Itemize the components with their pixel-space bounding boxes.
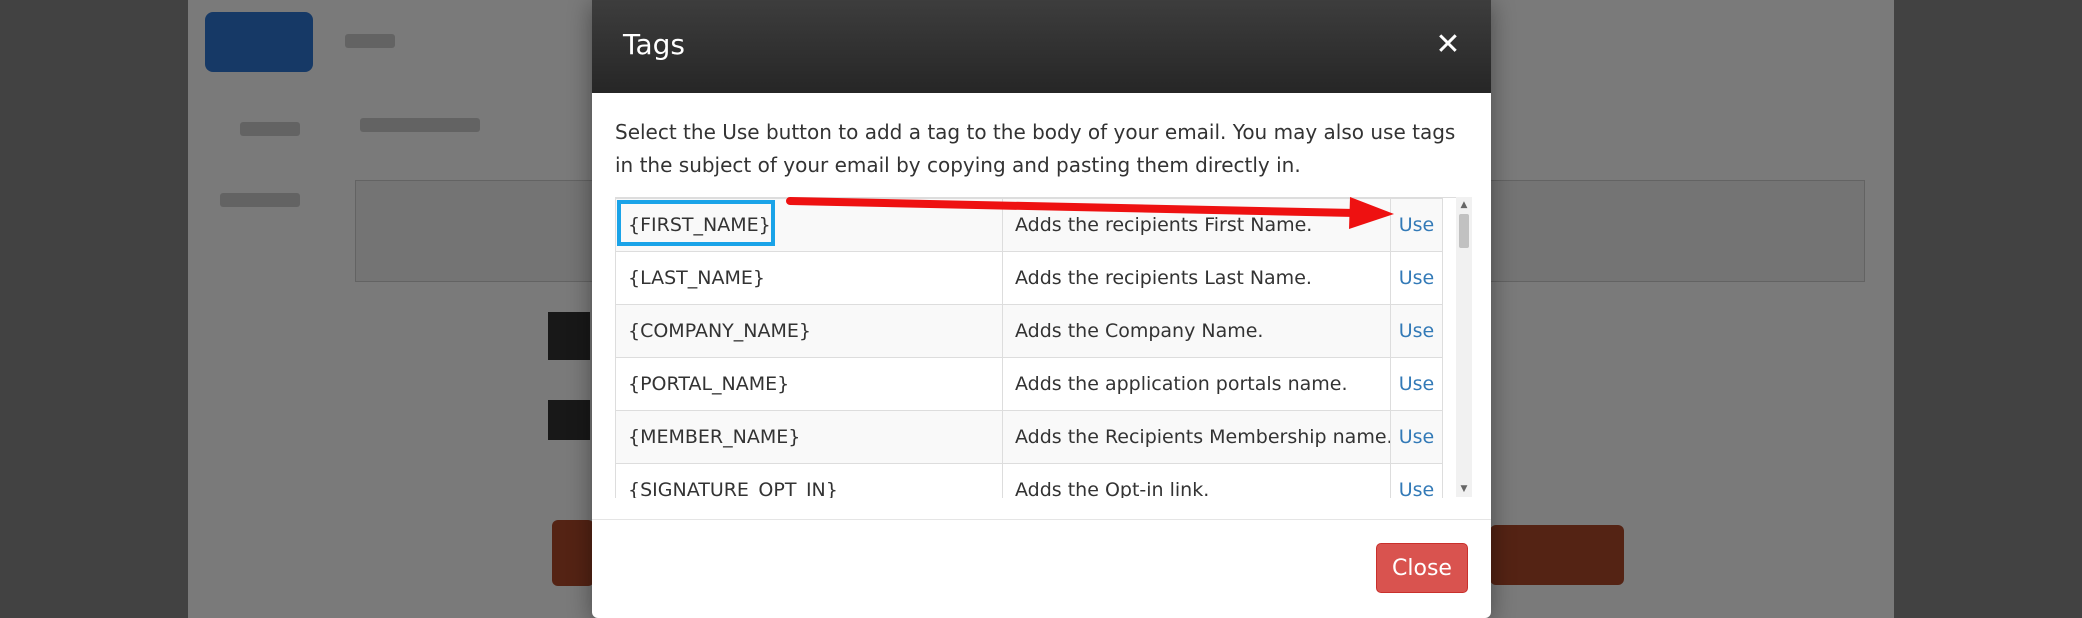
annotation-arrow-icon (786, 197, 1394, 229)
